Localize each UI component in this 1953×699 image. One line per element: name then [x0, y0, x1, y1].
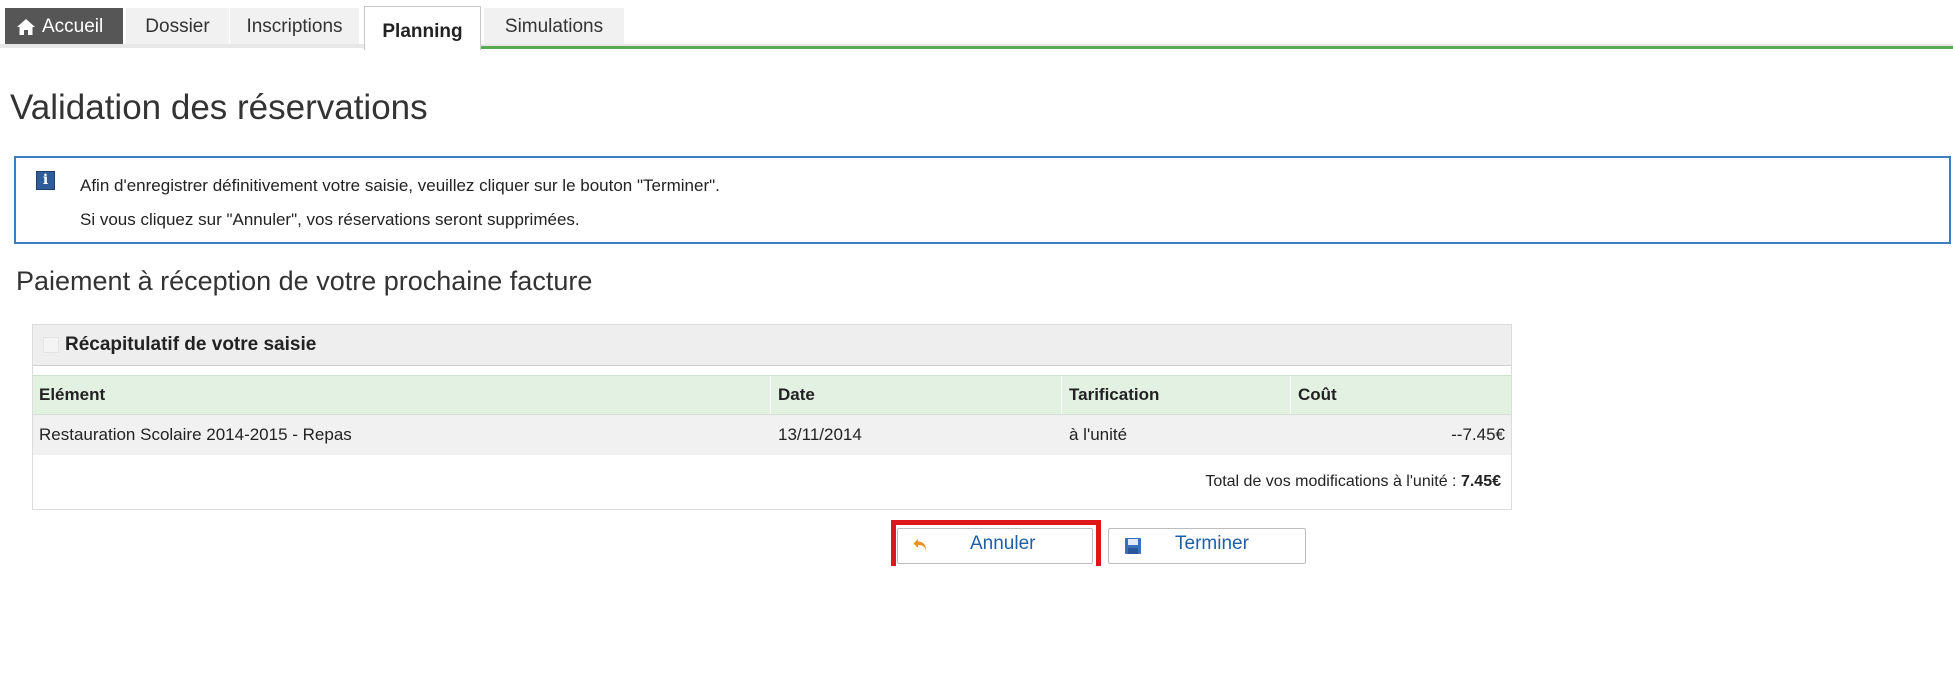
panel-collapse-toggle[interactable] — [43, 337, 59, 353]
column-divider — [770, 376, 771, 414]
tab-dossier[interactable]: Dossier — [126, 8, 229, 44]
cell-date: 13/11/2014 — [778, 425, 862, 444]
payment-section-heading: Paiement à réception de votre prochaine … — [16, 266, 593, 296]
cell-cout: --7.45€ — [1451, 425, 1505, 444]
cell-tarification: à l'unité — [1069, 425, 1128, 444]
summary-panel-title: Récapitulatif de votre saisie — [65, 334, 317, 355]
column-header-element: Elément — [39, 385, 106, 404]
table-row: Restauration Scolaire 2014-2015 - Repas … — [33, 415, 1511, 455]
column-header-date: Date — [778, 385, 815, 404]
page-title: Validation des réservations — [10, 88, 428, 127]
column-header-cout: Coût — [1298, 385, 1337, 404]
undo-icon — [913, 539, 927, 551]
column-divider — [1290, 376, 1291, 414]
summary-panel-header: Récapitulatif de votre saisie — [33, 325, 1511, 366]
tab-planning[interactable]: Planning — [364, 6, 481, 50]
column-divider — [1061, 376, 1062, 414]
info-message-line-1: Afin d'enregistrer définitivement votre … — [80, 176, 720, 195]
main-tab-bar: Accueil Dossier Inscriptions Planning Si… — [0, 0, 1953, 50]
tab-accueil-label: Accueil — [42, 16, 104, 37]
cell-element: Restauration Scolaire 2014-2015 - Repas — [39, 425, 352, 444]
tab-bar-accent-line — [480, 46, 1953, 49]
cancel-button[interactable]: Annuler — [897, 528, 1093, 564]
info-icon: i — [36, 171, 55, 190]
info-message-box: i Afin d'enregistrer définitivement votr… — [14, 156, 1951, 244]
cancel-button-label: Annuler — [970, 533, 1036, 554]
total-modifications: Total de vos modifications à l'unité : 7… — [1205, 473, 1501, 491]
tab-inscriptions[interactable]: Inscriptions — [230, 8, 359, 44]
tab-simulations[interactable]: Simulations — [484, 8, 624, 44]
total-label: Total de vos modifications à l'unité : — [1205, 473, 1461, 490]
info-message-line-2: Si vous cliquez sur "Annuler", vos réser… — [80, 210, 580, 229]
finish-button-label: Terminer — [1175, 533, 1249, 554]
save-icon — [1125, 538, 1141, 554]
total-value: 7.45€ — [1460, 473, 1501, 490]
summary-panel: Récapitulatif de votre saisie Elément Da… — [32, 324, 1512, 510]
summary-table-header: Elément Date Tarification Coût — [33, 375, 1511, 415]
tab-accueil[interactable]: Accueil — [5, 8, 123, 44]
column-header-tarification: Tarification — [1069, 385, 1160, 404]
finish-button[interactable]: Terminer — [1108, 528, 1306, 564]
home-icon — [17, 19, 35, 35]
